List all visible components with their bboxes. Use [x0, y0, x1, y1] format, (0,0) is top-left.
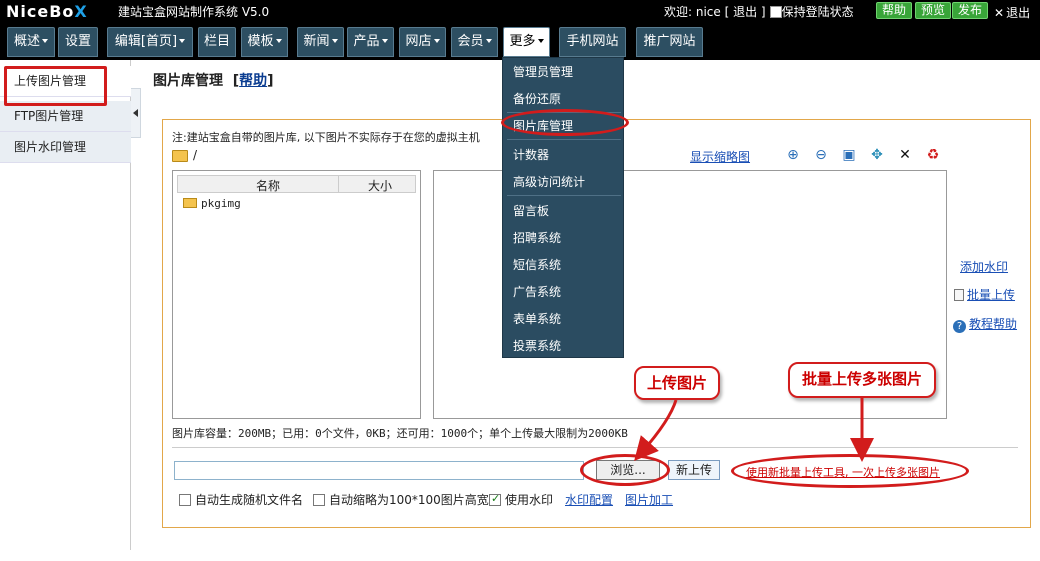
chevron-down-icon	[381, 39, 388, 43]
random-filename-option[interactable]: 自动生成随机文件名	[179, 491, 303, 508]
chevron-down-icon	[433, 39, 440, 43]
tab-mobile-site[interactable]: 手机网站	[559, 27, 626, 57]
batch-upload-tool-link[interactable]: 使用新批量上传工具, 一次上传多张图片	[746, 464, 940, 480]
tab-overview[interactable]: 概述	[7, 27, 55, 57]
show-thumbnails-link[interactable]: 显示缩略图	[690, 148, 750, 165]
help-button[interactable]: 帮助	[876, 2, 913, 19]
preview-button[interactable]: 预览	[915, 2, 952, 19]
recycle-icon[interactable]: ♻	[924, 146, 942, 164]
column-size[interactable]: 大小	[368, 177, 392, 194]
upload-file-input[interactable]	[174, 461, 584, 480]
checkbox[interactable]	[179, 494, 191, 506]
move-icon[interactable]: ✥	[868, 146, 886, 164]
close-icon: ✕	[994, 6, 1005, 20]
delete-icon[interactable]: ✕	[896, 146, 914, 164]
sidebar-collapse-handle[interactable]	[131, 88, 141, 138]
chevron-down-icon	[485, 39, 492, 43]
tab-promote-site[interactable]: 推广网站	[636, 27, 703, 57]
menu-item-image-library[interactable]: 图片库管理	[513, 117, 573, 134]
tab-shop[interactable]: 网店	[399, 27, 446, 57]
file-list: 名称 大小 pkgimg	[172, 170, 421, 419]
more-dropdown-menu: 管理员管理 备份还原 图片库管理 计数器 高级访问统计 留言板 招聘系统 短信系…	[502, 57, 624, 358]
keep-login-label: 保持登陆状态	[781, 5, 854, 19]
top-bar: NiceBoX 建站宝盒网站制作系统 V5.0 欢迎: nice [ 退出 ] 保…	[0, 0, 1040, 60]
chevron-down-icon	[331, 39, 338, 43]
menu-item-guestbook[interactable]: 留言板	[513, 202, 549, 219]
tutorial-help-link[interactable]: ? 教程帮助	[953, 315, 1017, 333]
callout-upload-image: 上传图片	[634, 366, 720, 400]
tab-members[interactable]: 会员	[451, 27, 498, 57]
callout-batch-upload: 批量上传多张图片	[788, 362, 936, 398]
tab-columns[interactable]: 栏目	[198, 27, 236, 57]
menu-item-recruit[interactable]: 招聘系统	[513, 229, 561, 246]
column-name[interactable]: 名称	[256, 177, 280, 194]
chevron-down-icon	[42, 39, 48, 43]
tab-products[interactable]: 产品	[347, 27, 394, 57]
add-watermark-link[interactable]: 添加水印	[960, 258, 1008, 275]
chevron-down-icon	[179, 39, 186, 43]
menu-item-vote[interactable]: 投票系统	[513, 337, 561, 354]
auto-thumbnail-option[interactable]: 自动缩略为100*100图片高宽	[313, 491, 489, 508]
menu-item-ads[interactable]: 广告系统	[513, 283, 561, 300]
help-link[interactable]: 帮助	[239, 73, 267, 89]
batch-upload-link[interactable]: 批量上传	[954, 286, 1015, 303]
current-path: /	[193, 148, 198, 162]
browse-button[interactable]: 浏览...	[596, 460, 660, 480]
fit-icon[interactable]: ▣	[840, 146, 858, 164]
menu-separator	[507, 112, 621, 113]
checkbox[interactable]	[313, 494, 325, 506]
image-process-link[interactable]: 图片加工	[625, 491, 673, 508]
welcome-text: 欢迎: nice [ 退出 ] 保持登陆状态	[664, 5, 854, 19]
menu-item-admin[interactable]: 管理员管理	[513, 63, 573, 80]
menu-separator	[507, 195, 621, 196]
tab-edit-home[interactable]: 编辑[首页]	[107, 27, 193, 57]
menu-item-counter[interactable]: 计数器	[513, 146, 549, 163]
sidebar-item-ftp-images[interactable]: FTP图片管理	[0, 101, 131, 132]
open-folder-icon	[172, 150, 188, 162]
capacity-info: 图片库容量：200MB；已用：0个文件，0KB；还可用：1000个；单个上传最大…	[172, 427, 628, 440]
sidebar-item-watermark[interactable]: 图片水印管理	[0, 132, 131, 163]
menu-item-forms[interactable]: 表单系统	[513, 310, 561, 327]
list-item[interactable]: pkgimg	[183, 197, 241, 210]
menu-separator	[507, 139, 621, 140]
checkbox-checked[interactable]	[489, 492, 501, 506]
sidebar: 上传图片管理 FTP图片管理 图片水印管理	[0, 60, 131, 550]
zoom-in-icon[interactable]: ⊕	[784, 146, 802, 164]
zoom-out-icon[interactable]: ⊖	[812, 146, 830, 164]
tab-news[interactable]: 新闻	[297, 27, 344, 57]
chevron-down-icon	[275, 39, 282, 43]
tab-settings[interactable]: 设置	[58, 27, 98, 57]
keep-login-checkbox[interactable]	[769, 6, 782, 18]
library-note: 注:建站宝盒自带的图片库, 以下图片不实际存于在您的虚拟主机	[172, 131, 480, 144]
system-title: 建站宝盒网站制作系统 V5.0	[118, 5, 270, 19]
divider	[172, 447, 1018, 448]
document-icon	[954, 289, 964, 301]
publish-button[interactable]: 发布	[952, 2, 989, 19]
logo: NiceBoX	[6, 2, 88, 21]
list-header: 名称 大小	[177, 175, 416, 193]
watermark-config-link[interactable]: 水印配置	[565, 491, 613, 508]
sidebar-item-upload-images[interactable]: 上传图片管理	[0, 66, 131, 97]
use-watermark-option[interactable]: 使用水印	[489, 491, 553, 508]
help-icon: ?	[953, 320, 966, 333]
tab-more[interactable]: 更多	[503, 27, 550, 57]
menu-item-sms[interactable]: 短信系统	[513, 256, 561, 273]
menu-item-stats[interactable]: 高级访问统计	[513, 173, 585, 190]
page-title: 图片库管理 [帮助]	[153, 73, 274, 89]
menu-item-backup[interactable]: 备份还原	[513, 90, 561, 107]
new-upload-button[interactable]: 新上传	[668, 460, 720, 480]
folder-icon	[183, 198, 197, 208]
tab-template[interactable]: 模板	[241, 27, 288, 57]
exit-button[interactable]: ✕ 退出	[994, 4, 1030, 21]
chevron-down-icon	[537, 39, 544, 43]
